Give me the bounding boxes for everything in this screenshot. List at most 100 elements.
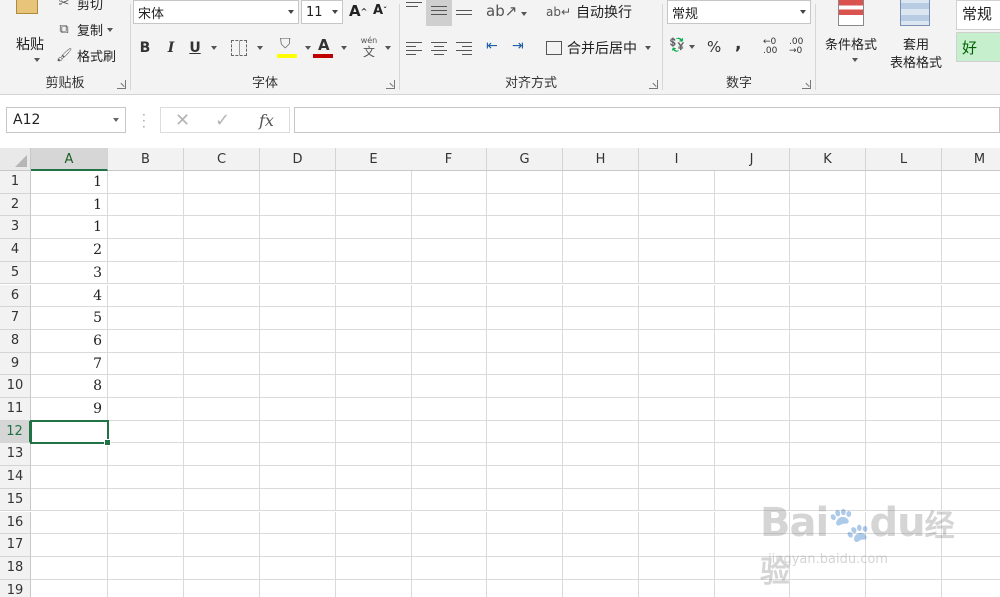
cell-l13[interactable] — [866, 443, 942, 467]
cell-i3[interactable] — [639, 216, 715, 240]
bottom-align-button[interactable] — [456, 10, 472, 24]
cell-k4[interactable] — [790, 239, 866, 262]
cell-g9[interactable] — [487, 352, 563, 376]
cell-l6[interactable] — [866, 284, 942, 308]
decrease-indent-button[interactable]: ⇤ — [486, 38, 498, 54]
cell-d3[interactable] — [260, 216, 336, 240]
fill-color-dropdown-icon[interactable] — [305, 46, 311, 50]
format-painter-button[interactable]: 🖌 格式刷 — [56, 46, 116, 66]
font-launcher-icon[interactable] — [386, 80, 395, 89]
cell-g17[interactable] — [487, 534, 563, 557]
cell-e17[interactable] — [336, 534, 412, 557]
cell-h11[interactable] — [563, 398, 639, 421]
select-all-button[interactable] — [0, 148, 31, 171]
cell-j1[interactable] — [714, 171, 790, 194]
cell-g2[interactable] — [487, 193, 563, 217]
cell-h19[interactable] — [563, 579, 639, 597]
row-header-9[interactable]: 9 — [0, 352, 31, 376]
cell-e3[interactable] — [336, 216, 412, 240]
row-header-8[interactable]: 8 — [0, 329, 31, 353]
comma-button[interactable]: , — [735, 34, 741, 54]
cell-f3[interactable] — [411, 216, 487, 240]
cell-d13[interactable] — [260, 443, 336, 467]
cell-g13[interactable] — [487, 443, 563, 467]
cell-m16[interactable] — [942, 512, 1000, 535]
clipboard-launcher-icon[interactable] — [117, 80, 126, 89]
name-box[interactable]: A12 — [6, 107, 126, 133]
cell-d7[interactable] — [260, 307, 336, 330]
cell-g1[interactable] — [487, 171, 563, 194]
underline-dropdown-icon[interactable] — [211, 46, 217, 50]
cell-c9[interactable] — [184, 352, 260, 376]
cell-c11[interactable] — [184, 398, 260, 421]
cell-a8[interactable]: 6 — [31, 329, 108, 353]
cell-c13[interactable] — [184, 443, 260, 467]
cell-h16[interactable] — [563, 511, 639, 535]
row-header-16[interactable]: 16 — [0, 511, 31, 535]
cell-g3[interactable] — [487, 216, 563, 240]
decrease-font-size-button[interactable]: Aˇ — [373, 3, 387, 18]
cell-h4[interactable] — [563, 239, 639, 262]
cell-a19[interactable] — [31, 579, 108, 597]
cell-d16[interactable] — [260, 511, 336, 535]
cell-c1[interactable] — [184, 171, 260, 194]
column-header-k[interactable]: K — [790, 148, 866, 171]
cell-f10[interactable] — [411, 375, 487, 398]
cell-a18[interactable] — [31, 556, 108, 580]
cell-i4[interactable] — [639, 239, 715, 262]
cell-l7[interactable] — [866, 307, 942, 330]
cell-l1[interactable] — [866, 171, 942, 194]
cell-j9[interactable] — [714, 352, 790, 376]
cell-h5[interactable] — [563, 261, 639, 285]
cell-f18[interactable] — [411, 556, 487, 580]
cell-f2[interactable] — [411, 193, 487, 217]
cell-j13[interactable] — [714, 443, 790, 467]
cell-j17[interactable] — [714, 534, 790, 557]
cell-l18[interactable] — [866, 556, 942, 580]
cell-c7[interactable] — [184, 307, 260, 330]
cell-b2[interactable] — [108, 193, 184, 217]
cell-e12[interactable] — [336, 420, 412, 444]
cell-f5[interactable] — [411, 261, 487, 285]
cell-m13[interactable] — [942, 443, 1000, 467]
cell-d15[interactable] — [260, 488, 336, 512]
cell-d18[interactable] — [260, 556, 336, 580]
cell-h18[interactable] — [563, 556, 639, 580]
cell-f16[interactable] — [411, 511, 487, 535]
decrease-decimal-button[interactable]: .00 →0 — [789, 38, 803, 56]
cell-a5[interactable]: 3 — [31, 261, 108, 285]
cell-a6[interactable]: 4 — [31, 284, 108, 308]
cell-a11[interactable]: 9 — [31, 398, 108, 421]
cell-k2[interactable] — [790, 193, 866, 217]
cell-a1[interactable]: 1 — [31, 171, 108, 194]
cell-j8[interactable] — [714, 329, 790, 353]
cell-e15[interactable] — [336, 488, 412, 512]
cell-m17[interactable] — [942, 534, 1000, 557]
border-button[interactable] — [231, 40, 247, 56]
cell-a16[interactable] — [31, 511, 108, 535]
cell-k16[interactable] — [790, 511, 866, 535]
cell-k5[interactable] — [790, 261, 866, 285]
cell-e8[interactable] — [336, 329, 412, 353]
cell-a9[interactable]: 7 — [31, 352, 108, 376]
row-header-17[interactable]: 17 — [0, 534, 31, 557]
cell-k17[interactable] — [790, 534, 866, 557]
align-center-button[interactable] — [431, 42, 447, 56]
cell-k1[interactable] — [790, 171, 866, 194]
cell-b13[interactable] — [108, 443, 184, 467]
increase-font-size-button[interactable]: A ^ — [349, 2, 367, 20]
font-color-button[interactable]: A — [313, 36, 333, 58]
cell-j16[interactable] — [714, 511, 790, 535]
font-color-dropdown-icon[interactable] — [341, 46, 347, 50]
cell-c17[interactable] — [184, 534, 260, 557]
cell-i11[interactable] — [639, 398, 715, 421]
cell-style-good[interactable]: 好 — [956, 32, 1000, 62]
row-header-13[interactable]: 13 — [0, 443, 31, 467]
cell-f15[interactable] — [411, 488, 487, 512]
cell-c15[interactable] — [184, 488, 260, 512]
cell-d6[interactable] — [260, 284, 336, 308]
cell-f14[interactable] — [411, 466, 487, 489]
cell-f6[interactable] — [411, 284, 487, 308]
cell-k8[interactable] — [790, 329, 866, 353]
phonetic-button[interactable]: wén 文 — [359, 36, 379, 60]
